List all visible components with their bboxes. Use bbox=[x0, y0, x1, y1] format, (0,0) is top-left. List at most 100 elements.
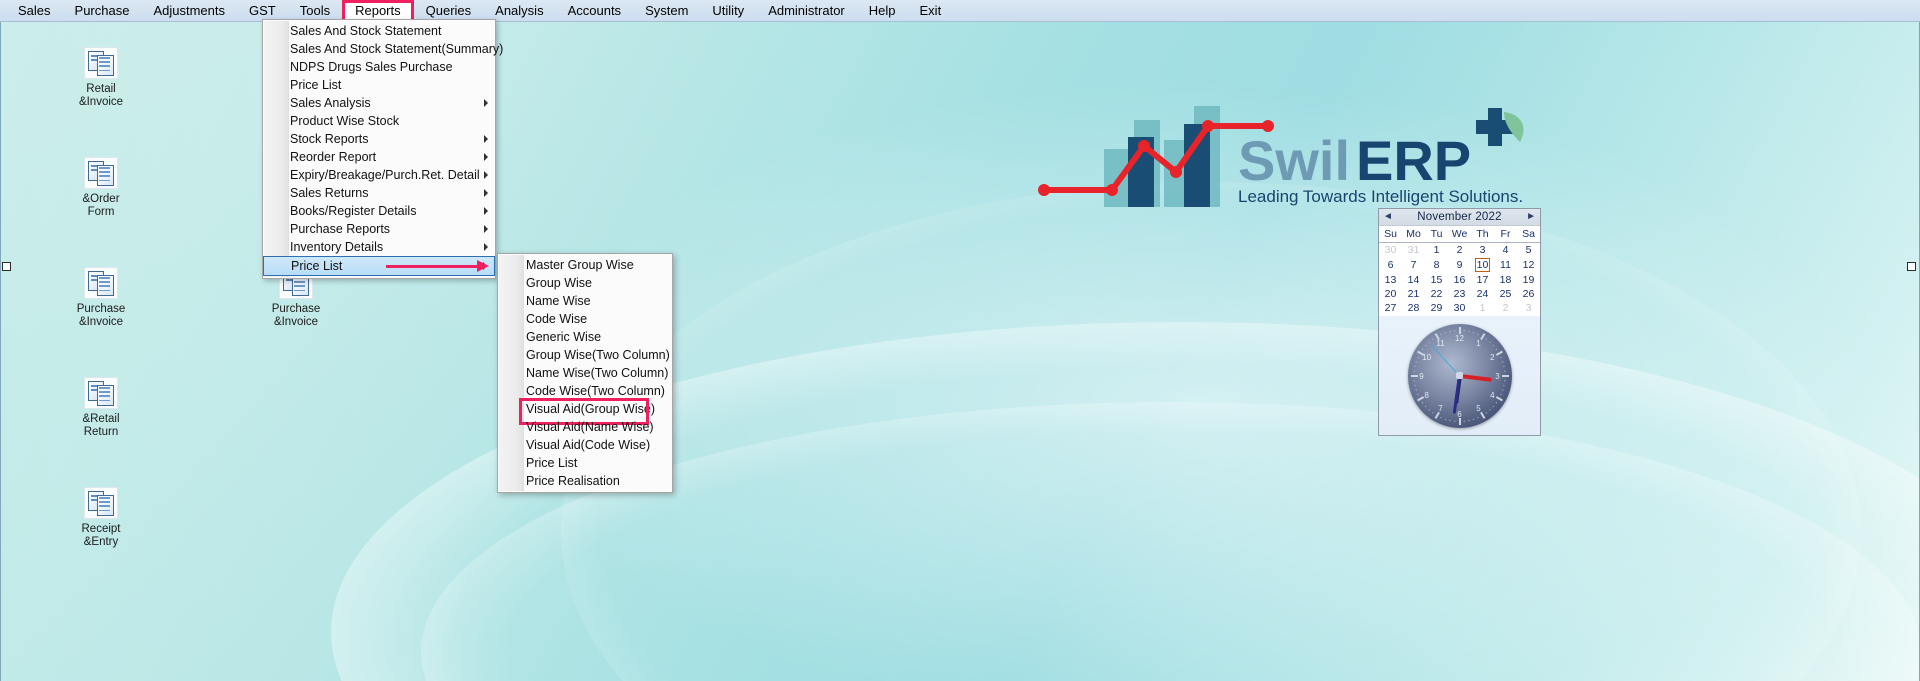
calendar-day[interactable]: 25 bbox=[1494, 287, 1517, 301]
price-list-submenu-item[interactable]: Visual Aid(Group Wise) bbox=[498, 398, 672, 425]
reports-menu-item[interactable]: Inventory Details bbox=[263, 238, 495, 256]
menu-item-adjustments[interactable]: Adjustments bbox=[141, 1, 237, 21]
price-list-submenu-item[interactable]: Name Wise(Two Column) bbox=[498, 364, 672, 382]
price-list-submenu-item[interactable]: Price Realisation bbox=[498, 472, 672, 490]
desktop-icon-purchase-invoice[interactable]: Purchase &Invoice bbox=[46, 267, 156, 329]
menu-item-gst[interactable]: GST bbox=[237, 1, 288, 21]
desktop-icon-label: Purchase &Invoice bbox=[76, 303, 126, 328]
calendar-day[interactable]: 2 bbox=[1494, 301, 1517, 315]
desktop-icon-retail-return[interactable]: &Retail Return bbox=[46, 377, 156, 439]
calendar-day[interactable]: 30 bbox=[1448, 301, 1471, 315]
clock-tick bbox=[1463, 420, 1465, 422]
reports-menu-item[interactable]: Product Wise Stock bbox=[263, 112, 495, 130]
clock-tick bbox=[1440, 333, 1442, 335]
price-list-submenu-item[interactable]: Price List bbox=[498, 454, 672, 472]
price-list-submenu[interactable]: Master Group Wise Group Wise Name Wise Code… bbox=[497, 253, 673, 493]
price-list-submenu-item[interactable]: Visual Aid(Name Wise) bbox=[498, 418, 672, 436]
reports-menu-item[interactable]: Reorder Report bbox=[263, 148, 495, 166]
calendar-day[interactable]: 20 bbox=[1379, 287, 1402, 301]
calendar-day[interactable]: 27 bbox=[1379, 301, 1402, 315]
calendar-day-selected[interactable]: 10 bbox=[1471, 257, 1494, 273]
calendar-day[interactable]: 7 bbox=[1402, 257, 1425, 273]
calendar-day[interactable]: 26 bbox=[1517, 287, 1540, 301]
reports-dropdown-menu[interactable]: Sales And Stock Statement Sales And Stock… bbox=[262, 19, 503, 279]
price-list-submenu-item[interactable]: Visual Aid(Code Wise) bbox=[498, 436, 672, 454]
calendar-day[interactable]: 8 bbox=[1425, 257, 1448, 273]
reports-menu-item[interactable]: Sales Analysis bbox=[263, 94, 495, 112]
menu-item-accounts[interactable]: Accounts bbox=[556, 1, 633, 21]
selection-handle-right[interactable] bbox=[1907, 262, 1916, 271]
submenu-chevron-right-icon bbox=[484, 99, 488, 107]
calendar-day[interactable]: 19 bbox=[1517, 273, 1540, 287]
price-list-submenu-item[interactable]: Generic Wise bbox=[498, 328, 672, 346]
reports-menu-item[interactable]: Sales And Stock Statement(Summary) bbox=[263, 40, 503, 58]
menu-item-queries[interactable]: Queries bbox=[414, 1, 484, 21]
clock-numeral: 5 bbox=[1476, 404, 1481, 414]
price-list-submenu-item[interactable]: Code Wise bbox=[498, 310, 672, 328]
calendar-day[interactable]: 30 bbox=[1379, 243, 1402, 258]
calendar-next-arrow-icon[interactable]: ► bbox=[1526, 212, 1536, 222]
menu-item-help[interactable]: Help bbox=[857, 1, 908, 21]
desktop-icon-receipt-entry[interactable]: Receipt &Entry bbox=[46, 487, 156, 549]
reports-menu-item[interactable]: Price List bbox=[263, 256, 495, 276]
clock-face: 1 2 3 4 5 6 7 8 9 10 11 12 bbox=[1407, 323, 1512, 428]
calendar-day[interactable]: 15 bbox=[1425, 273, 1448, 287]
document-copy-icon bbox=[84, 157, 118, 189]
reports-menu-item[interactable]: Purchase Reports bbox=[263, 220, 495, 238]
calendar-day[interactable]: 3 bbox=[1517, 301, 1540, 315]
menu-item-purchase[interactable]: Purchase bbox=[63, 1, 142, 21]
reports-menu-item[interactable]: Expiry/Breakage/Purch.Ret. Detail bbox=[263, 166, 495, 184]
menu-item-exit[interactable]: Exit bbox=[908, 1, 954, 21]
calendar-day[interactable]: 9 bbox=[1448, 257, 1471, 273]
desktop-icon-retail-invoice[interactable]: Retail &Invoice bbox=[46, 47, 156, 109]
calendar-day[interactable]: 21 bbox=[1402, 287, 1425, 301]
calendar-day[interactable]: 12 bbox=[1517, 257, 1540, 273]
reports-menu-item[interactable]: Stock Reports bbox=[263, 130, 495, 148]
calendar-day[interactable]: 5 bbox=[1517, 243, 1540, 258]
menu-item-utility[interactable]: Utility bbox=[700, 1, 756, 21]
menu-item-analysis[interactable]: Analysis bbox=[483, 1, 555, 21]
calendar-grid[interactable]: Su Mo Tu We Th Fr Sa 30 31 1 2 3 4 5 6 7 8 9 10 11 12… bbox=[1379, 227, 1540, 329]
calendar-day[interactable]: 1 bbox=[1471, 301, 1494, 315]
calendar-day[interactable]: 23 bbox=[1448, 287, 1471, 301]
price-list-submenu-item[interactable]: Name Wise bbox=[498, 292, 672, 310]
price-list-submenu-item[interactable]: Code Wise(Two Column) bbox=[498, 382, 672, 400]
calendar-prev-arrow-icon[interactable]: ◄ bbox=[1383, 212, 1393, 222]
calendar-day[interactable]: 3 bbox=[1471, 243, 1494, 258]
price-list-submenu-item-label: Name Wise bbox=[526, 294, 591, 308]
reports-menu-item-label: Sales And Stock Statement bbox=[290, 24, 442, 38]
calendar-day[interactable]: 4 bbox=[1494, 243, 1517, 258]
reports-menu-item[interactable]: NDPS Drugs Sales Purchase bbox=[263, 58, 495, 76]
calendar-day[interactable]: 28 bbox=[1402, 301, 1425, 315]
calendar-day[interactable]: 1 bbox=[1425, 243, 1448, 258]
calendar-day[interactable]: 22 bbox=[1425, 287, 1448, 301]
clock-numeral: 7 bbox=[1438, 404, 1443, 414]
price-list-submenu-item[interactable]: Group Wise bbox=[498, 274, 672, 292]
calendar-day[interactable]: 14 bbox=[1402, 273, 1425, 287]
calendar-day[interactable]: 2 bbox=[1448, 243, 1471, 258]
calendar-day[interactable]: 18 bbox=[1494, 273, 1517, 287]
desktop-icon-order-form[interactable]: &Order Form bbox=[46, 157, 156, 219]
calendar-day[interactable]: 6 bbox=[1379, 257, 1402, 273]
calendar-day[interactable]: 31 bbox=[1402, 243, 1425, 258]
price-list-submenu-item[interactable]: Group Wise(Two Column) bbox=[498, 346, 672, 364]
calendar-day[interactable]: 11 bbox=[1494, 257, 1517, 273]
clock-tick bbox=[1417, 393, 1419, 395]
reports-menu-item[interactable]: Books/Register Details bbox=[263, 202, 495, 220]
reports-menu-item[interactable]: Price List bbox=[263, 76, 495, 94]
calendar-day[interactable]: 24 bbox=[1471, 287, 1494, 301]
calendar-day[interactable]: 16 bbox=[1448, 273, 1471, 287]
reports-menu-item[interactable]: Sales And Stock Statement bbox=[263, 22, 495, 40]
reports-menu-item[interactable]: Sales Returns bbox=[263, 184, 495, 202]
selection-handle-left[interactable] bbox=[2, 262, 11, 271]
calendar-gadget[interactable]: ◄ November 2022 ► Su Mo Tu We Th Fr Sa 3… bbox=[1378, 208, 1541, 332]
calendar-day[interactable]: 17 bbox=[1471, 273, 1494, 287]
price-list-submenu-item[interactable]: Master Group Wise bbox=[498, 256, 672, 274]
calendar-day[interactable]: 29 bbox=[1425, 301, 1448, 315]
menu-item-system[interactable]: System bbox=[633, 1, 700, 21]
menu-item-tools[interactable]: Tools bbox=[288, 1, 342, 21]
menu-item-administrator[interactable]: Administrator bbox=[756, 1, 857, 21]
menu-item-sales[interactable]: Sales bbox=[6, 1, 63, 21]
submenu-chevron-right-icon bbox=[484, 171, 488, 179]
calendar-day[interactable]: 13 bbox=[1379, 273, 1402, 287]
